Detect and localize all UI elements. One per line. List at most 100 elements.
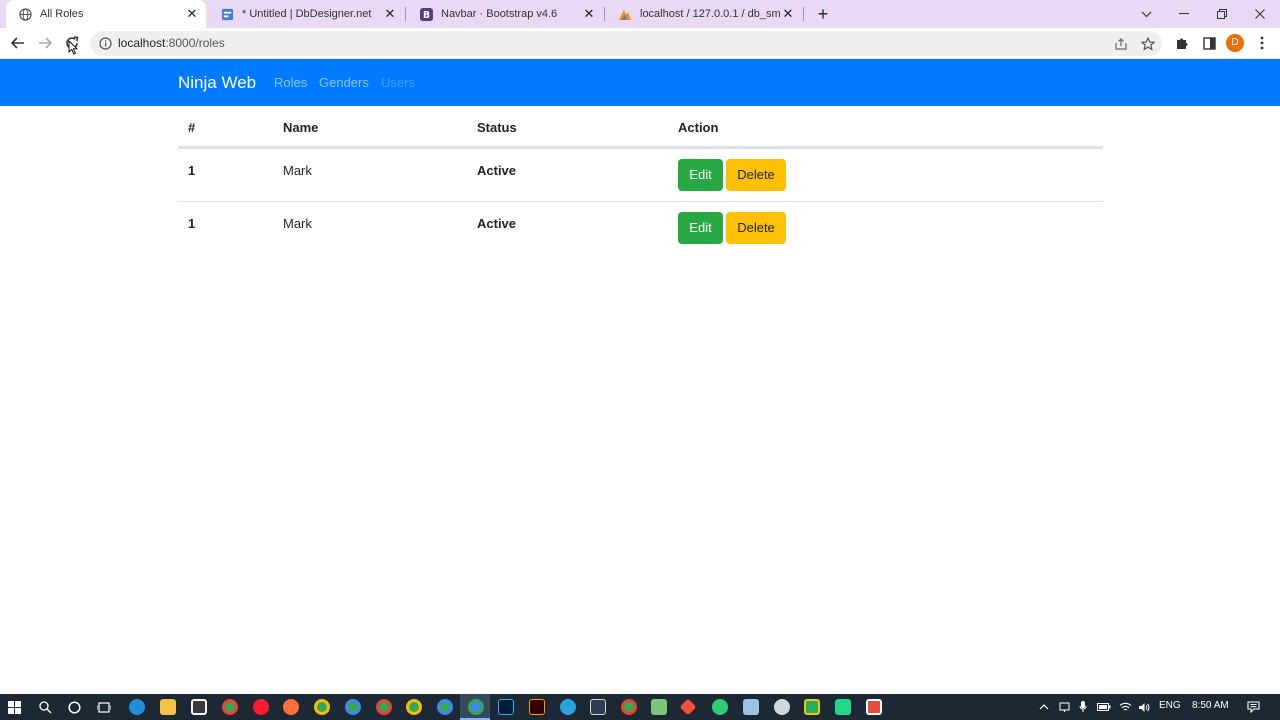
row-status: Active [477,216,517,231]
column-header-status: Status [477,120,517,135]
tab-title: Navbar · Bootstrap v4.6 [441,8,558,20]
address-bar[interactable]: localhost:8000/roles [90,31,1162,56]
browser-tab-phpmyadmin[interactable]: localhost / 127.0.0.1 / db_sms / r ✕ [606,0,802,28]
nav-link-genders[interactable]: Genders [319,75,369,90]
share-icon[interactable] [1113,36,1129,52]
tab-title: localhost / 127.0.0.1 / db_sms / r [640,8,780,20]
store-icon[interactable] [191,699,207,715]
notification-center-icon[interactable] [1244,698,1262,716]
wifi-icon[interactable] [1116,698,1134,716]
telegram-icon[interactable] [560,699,576,715]
bookmark-star-icon[interactable] [1140,36,1156,52]
volume-icon[interactable] [1135,698,1153,716]
mouse-cursor-icon [68,40,78,55]
browser-tab-all-roles[interactable]: All Roles ✕ [6,0,206,28]
delete-button[interactable]: Delete [726,212,786,244]
chrome-icon[interactable] [437,699,453,715]
column-header-action: Action [678,120,719,135]
table-row: 1 Mark Active Edit Delete [178,201,1103,254]
red-app-icon[interactable] [866,699,882,715]
photoshop-icon[interactable] [498,699,514,715]
browser-tab-dbdesigner[interactable]: * Untitled | DbDesigner.net ✕ [208,0,404,28]
clock-time[interactable]: 8:50 AM [1192,700,1229,711]
search-icon[interactable] [36,698,54,716]
illustrator-icon[interactable] [529,699,545,715]
nav-link-users: Users [381,75,415,90]
close-tab-icon[interactable]: ✕ [382,6,398,22]
table-header-row: # Name Status Action [178,106,1103,148]
bootstrap-icon: B [419,7,433,21]
git-icon[interactable] [679,698,697,716]
tab-separator [803,7,804,21]
minimize-button[interactable] [1165,0,1203,28]
battery-icon[interactable] [1095,698,1113,716]
cloud-app-icon[interactable] [774,699,790,715]
roles-table: # Name Status Action 1 Mark Active Edit … [178,106,1103,254]
menu-kebab-icon[interactable] [1252,33,1272,53]
folder-icon[interactable] [651,699,667,715]
profile-avatar[interactable]: D [1226,34,1244,52]
row-status: Active [477,163,517,178]
windows-taskbar: ENG 8:50 AM [0,694,1280,720]
microphone-icon[interactable] [1074,698,1092,716]
terminal-app-icon[interactable] [804,699,820,715]
tab-title: * Untitled | DbDesigner.net [242,8,372,20]
dbdesigner-icon [220,7,234,21]
opera-icon[interactable] [253,699,269,715]
edit-button[interactable]: Edit [678,212,723,244]
navbar-brand[interactable]: Ninja Web [178,73,256,93]
site-navbar: Ninja Web Roles Genders Users [0,59,1280,106]
browser-tab-strip: All Roles ✕ * Untitled | DbDesigner.net … [0,0,1280,28]
url-host: localhost [118,36,166,50]
forward-arrow-icon[interactable] [35,33,55,53]
chrome-icon[interactable] [376,699,392,715]
chrome-icon[interactable] [314,699,330,715]
chrome-icon[interactable] [406,699,422,715]
settings-sliders-icon[interactable] [590,699,606,715]
close-tab-icon[interactable]: ✕ [780,6,796,22]
chrome-icon[interactable] [222,699,238,715]
chrome-icon[interactable] [468,699,484,715]
task-view-icon[interactable] [95,698,113,716]
url-text: localhost:8000/roles [118,36,225,50]
site-info-icon[interactable] [99,37,112,50]
close-tab-icon[interactable]: ✕ [581,6,597,22]
edge-browser-icon[interactable] [129,699,145,715]
file-explorer-icon[interactable] [160,699,176,715]
notepad-icon[interactable] [743,699,759,715]
tray-monitor-icon[interactable] [1055,698,1073,716]
code-editor-icon[interactable] [835,699,851,715]
restore-button[interactable] [1203,0,1241,28]
row-name: Mark [283,216,312,231]
cortana-circle-icon[interactable] [65,698,83,716]
app-circle-icon[interactable] [712,699,728,715]
tab-search-chevron-icon[interactable] [1127,0,1165,28]
tray-chevron-up-icon[interactable] [1035,698,1053,716]
url-path: :8000/roles [165,36,225,50]
new-tab-button[interactable]: + [813,4,833,24]
edit-button[interactable]: Edit [678,159,723,191]
language-indicator[interactable]: ENG [1159,700,1181,711]
back-arrow-icon[interactable] [8,33,28,53]
row-name: Mark [283,163,312,178]
phpmyadmin-icon [618,7,632,21]
browser-tab-bootstrap[interactable]: B Navbar · Bootstrap v4.6 ✕ [407,0,603,28]
firefox-icon[interactable] [283,699,299,715]
delete-button[interactable]: Delete [726,159,786,191]
chrome-icon[interactable] [345,699,361,715]
svg-text:B: B [422,10,429,21]
table-row: 1 Mark Active Edit Delete [178,148,1103,201]
side-panel-icon[interactable] [1199,33,1219,53]
chrome-icon[interactable] [621,699,637,715]
tab-separator [604,7,605,21]
tab-separator [405,7,406,21]
column-header-name: Name [283,120,319,135]
windows-start-icon[interactable] [5,698,23,716]
globe-icon [18,7,32,21]
row-id: 1 [188,163,196,178]
close-window-button[interactable] [1241,0,1279,28]
nav-link-roles[interactable]: Roles [274,75,307,90]
tab-title: All Roles [40,8,84,20]
close-tab-icon[interactable]: ✕ [184,6,200,22]
extensions-puzzle-icon[interactable] [1172,33,1192,53]
